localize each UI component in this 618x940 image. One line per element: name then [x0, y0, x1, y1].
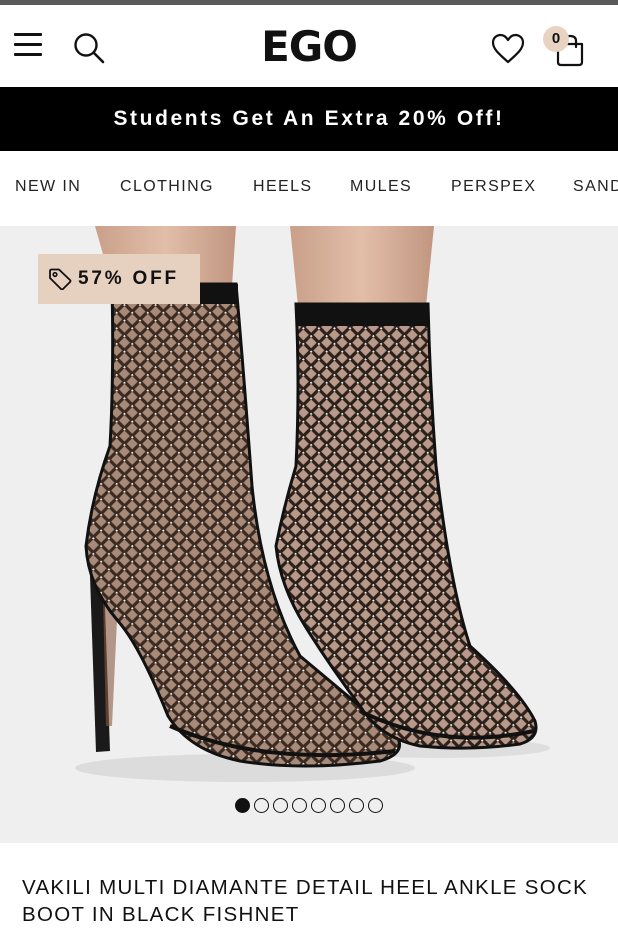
nav-item-clothing[interactable]: CLOTHING	[120, 178, 214, 196]
nav-item-new-in[interactable]: NEW IN	[15, 178, 81, 196]
pagination-dot[interactable]	[273, 798, 288, 813]
nav-item-heels[interactable]: HEELS	[253, 178, 312, 196]
discount-badge: 57% OFF	[38, 254, 200, 304]
price-tag-icon	[49, 268, 72, 290]
bag-count-badge: 0	[543, 26, 569, 52]
category-nav: NEW IN CLOTHING HEELS MULES PERSPEX SAND	[0, 151, 618, 226]
hamburger-menu-icon[interactable]	[14, 33, 44, 57]
nav-item-sandals[interactable]: SAND	[573, 178, 618, 196]
product-title: VAKILI MULTI DIAMANTE DETAIL HEEL ANKLE …	[22, 876, 589, 926]
pagination-dot[interactable]	[349, 798, 364, 813]
site-logo[interactable]: EGO	[261, 22, 358, 71]
discount-label: 57% OFF	[78, 268, 179, 289]
pagination-dot[interactable]	[311, 798, 326, 813]
pagination-dot[interactable]	[235, 798, 250, 813]
heart-icon[interactable]	[491, 33, 525, 65]
nav-item-mules[interactable]: MULES	[350, 178, 412, 196]
pagination-dot[interactable]	[330, 798, 345, 813]
promo-banner[interactable]: Students Get An Extra 20% Off!	[0, 87, 618, 151]
pagination-dot[interactable]	[292, 798, 307, 813]
search-icon[interactable]	[72, 31, 106, 65]
image-pagination	[0, 798, 618, 816]
pagination-dot[interactable]	[254, 798, 269, 813]
product-image	[75, 226, 550, 782]
pagination-dot[interactable]	[368, 798, 383, 813]
nav-item-perspex[interactable]: PERSPEX	[451, 178, 536, 196]
site-header: EGO 0	[0, 5, 618, 87]
product-image-gallery[interactable]: 57% OFF	[0, 226, 618, 843]
